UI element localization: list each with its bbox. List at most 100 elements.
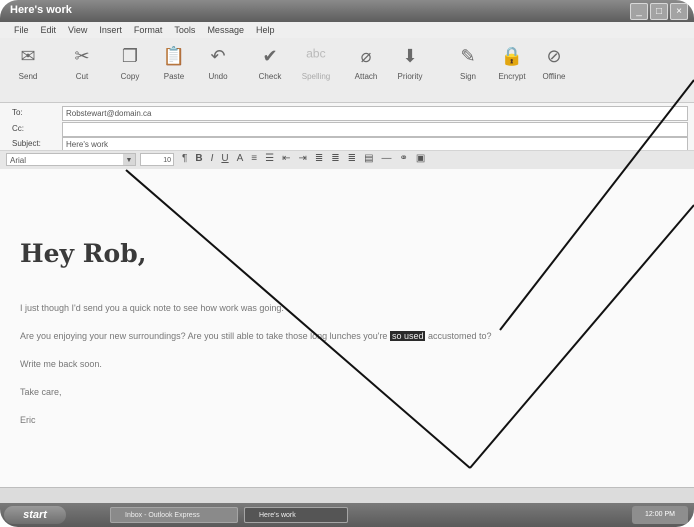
chevron-down-icon[interactable]: ▼ bbox=[123, 154, 135, 165]
send-icon: ✉ bbox=[20, 46, 36, 66]
numbered-list-icon[interactable]: ≡ bbox=[251, 153, 257, 164]
greeting-heading: Hey Rob, bbox=[20, 239, 147, 268]
menu-bar: File Edit View Insert Format Tools Messa… bbox=[0, 22, 694, 38]
copy-icon: ❐ bbox=[121, 46, 139, 66]
paragraph-style-icon[interactable]: ¶ bbox=[182, 153, 187, 164]
send-button[interactable]: ✉ Send bbox=[8, 44, 48, 81]
menu-view[interactable]: View bbox=[68, 25, 87, 35]
attach-label: Attach bbox=[354, 72, 378, 81]
taskbar-item-inbox[interactable]: Inbox - Outlook Express bbox=[110, 507, 238, 523]
offline-button[interactable]: ⊘ Offline bbox=[534, 44, 574, 81]
bulleted-list-icon[interactable]: ☰ bbox=[265, 153, 274, 164]
body-text: accustomed to? bbox=[425, 331, 492, 341]
body-line: Eric bbox=[20, 415, 36, 425]
subject-row: Subject: Here's work bbox=[6, 137, 688, 152]
taskbar-item-heres-work[interactable]: Here's work bbox=[244, 507, 348, 523]
font-size-select[interactable]: 10 bbox=[140, 153, 174, 166]
undo-label: Undo bbox=[208, 72, 228, 81]
bold-icon[interactable]: B bbox=[195, 153, 202, 164]
italic-icon[interactable]: I bbox=[211, 153, 214, 164]
font-select[interactable]: Arial ▼ bbox=[6, 153, 136, 166]
format-buttons: ¶ B I U A ≡ ☰ ⇤ ⇥ ≣ ≣ ≣ ▤ — ⚭ ▣ bbox=[182, 153, 425, 164]
cut-button[interactable]: ✂ Cut bbox=[62, 44, 102, 81]
spelling-icon: ᵃᵇᶜ bbox=[306, 46, 326, 66]
encrypt-icon: 🔒 bbox=[500, 46, 524, 66]
body-text: Are you enjoying your new surroundings? … bbox=[20, 331, 390, 341]
cc-row: Cc: bbox=[6, 122, 688, 137]
underline-icon[interactable]: U bbox=[221, 153, 228, 164]
align-center-icon[interactable]: ≣ bbox=[331, 153, 339, 164]
copy-button[interactable]: ❐ Copy bbox=[110, 44, 150, 81]
increase-indent-icon[interactable]: ⇥ bbox=[299, 153, 307, 164]
maximize-button[interactable]: □ bbox=[650, 3, 668, 20]
window-controls: _ □ × bbox=[630, 3, 688, 20]
align-right-icon[interactable]: ≣ bbox=[348, 153, 356, 164]
to-row: To: Robstewart@domain.ca bbox=[6, 106, 688, 121]
menu-format[interactable]: Format bbox=[134, 25, 163, 35]
copy-label: Copy bbox=[120, 72, 140, 81]
font-size: 10 bbox=[163, 157, 171, 164]
body-line: I just though I'd send you a quick note … bbox=[20, 303, 284, 313]
undo-icon: ↶ bbox=[210, 46, 226, 66]
subject-label: Subject: bbox=[12, 139, 41, 148]
priority-label: Priority bbox=[397, 72, 423, 81]
menu-message[interactable]: Message bbox=[207, 25, 244, 35]
offline-icon: ⊘ bbox=[546, 46, 562, 66]
cc-field[interactable] bbox=[62, 122, 688, 137]
minimize-button[interactable]: _ bbox=[630, 3, 648, 20]
spelling-label: Spelling bbox=[301, 72, 331, 81]
cut-icon: ✂ bbox=[74, 46, 90, 66]
close-button[interactable]: × bbox=[670, 3, 688, 20]
attach-icon: ⌀ bbox=[360, 46, 372, 66]
paste-button[interactable]: 📋 Paste bbox=[154, 44, 194, 81]
toolbar: ✉ Send ✂ Cut ❐ Copy 📋 Paste ↶ Undo ✔ Check ᵃᵇᶜ… bbox=[0, 38, 694, 103]
priority-icon: ⬇ bbox=[402, 46, 418, 66]
menu-insert[interactable]: Insert bbox=[99, 25, 122, 35]
taskbar: start Inbox - Outlook Express Here's wor… bbox=[0, 503, 694, 527]
hyperlink-icon[interactable]: ⚭ bbox=[400, 153, 408, 164]
decrease-indent-icon[interactable]: ⇤ bbox=[282, 153, 290, 164]
email-compose-window: Here's work _ □ × File Edit View Insert … bbox=[0, 0, 694, 527]
sign-icon: ✎ bbox=[460, 46, 476, 66]
body-line: Write me back soon. bbox=[20, 359, 102, 369]
menu-file[interactable]: File bbox=[14, 25, 29, 35]
start-button[interactable]: start bbox=[4, 506, 66, 524]
encrypt-button[interactable]: 🔒 Encrypt bbox=[492, 44, 532, 81]
sign-button[interactable]: ✎ Sign bbox=[448, 44, 488, 81]
clock: 12:00 PM bbox=[632, 506, 688, 524]
horizontal-line-icon[interactable]: — bbox=[382, 153, 392, 164]
formatting-toolbar: Arial ▼ 10 ¶ B I U A ≡ ☰ ⇤ ⇥ ≣ ≣ ≣ ▤ — ⚭… bbox=[0, 150, 694, 170]
check-names-icon: ✔ bbox=[262, 46, 278, 66]
justify-icon[interactable]: ▤ bbox=[364, 153, 373, 164]
body-line: Are you enjoying your new surroundings? … bbox=[20, 331, 492, 341]
menu-edit[interactable]: Edit bbox=[41, 25, 57, 35]
window-title: Here's work bbox=[10, 4, 72, 16]
paste-label: Paste bbox=[163, 72, 185, 81]
message-body[interactable]: Hey Rob, I just though I'd send you a qu… bbox=[0, 169, 694, 487]
cc-label[interactable]: Cc: bbox=[12, 124, 24, 133]
to-label[interactable]: To: bbox=[12, 108, 23, 117]
send-label: Send bbox=[18, 72, 38, 81]
title-bar[interactable]: Here's work _ □ × bbox=[0, 0, 694, 22]
paste-icon: 📋 bbox=[162, 46, 186, 66]
spelling-button[interactable]: ᵃᵇᶜ Spelling bbox=[296, 44, 336, 81]
selected-text[interactable]: so used bbox=[389, 331, 426, 341]
insert-picture-icon[interactable]: ▣ bbox=[416, 153, 425, 164]
menu-tools[interactable]: Tools bbox=[174, 25, 195, 35]
undo-button[interactable]: ↶ Undo bbox=[198, 44, 238, 81]
sign-label: Sign bbox=[459, 72, 476, 81]
check-button[interactable]: ✔ Check bbox=[250, 44, 290, 81]
font-name: Arial bbox=[10, 156, 27, 165]
body-line: Take care, bbox=[20, 387, 62, 397]
check-label: Check bbox=[258, 72, 282, 81]
menu-help[interactable]: Help bbox=[256, 25, 275, 35]
cut-label: Cut bbox=[75, 72, 89, 81]
font-color-icon[interactable]: A bbox=[237, 153, 244, 164]
attach-button[interactable]: ⌀ Attach bbox=[346, 44, 386, 81]
to-field[interactable]: Robstewart@domain.ca bbox=[62, 106, 688, 121]
encrypt-label: Encrypt bbox=[498, 72, 526, 81]
offline-label: Offline bbox=[542, 72, 566, 81]
priority-button[interactable]: ⬇ Priority bbox=[390, 44, 430, 81]
align-left-icon[interactable]: ≣ bbox=[315, 153, 323, 164]
status-bar bbox=[0, 487, 694, 504]
